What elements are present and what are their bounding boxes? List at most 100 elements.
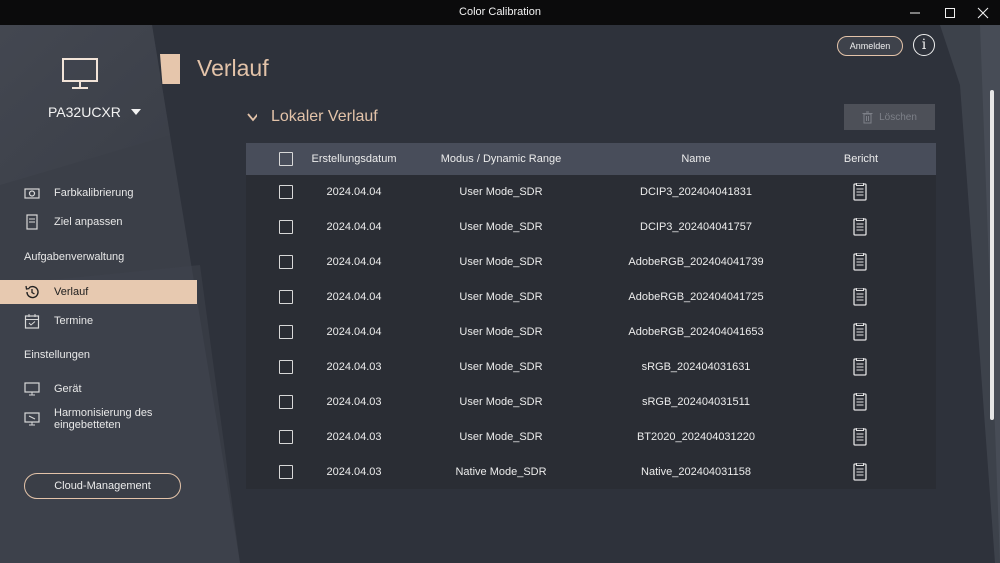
table-row[interactable]: 2024.04.04 User Mode_SDR DCIP3_20240404183… bbox=[246, 175, 936, 210]
table-row[interactable]: 2024.04.04 User Mode_SDR AdobeRGB_20240404… bbox=[246, 315, 936, 350]
cell-name: AdobeRGB_202404041725 bbox=[628, 291, 764, 303]
local-history-toggle[interactable]: Lokaler Verlauf bbox=[247, 108, 378, 126]
minimize-icon bbox=[910, 12, 920, 13]
camera-icon bbox=[24, 185, 40, 201]
table-row[interactable]: 2024.04.03 User Mode_SDR sRGB_202404031631 bbox=[246, 350, 936, 385]
report-icon[interactable] bbox=[853, 252, 867, 271]
history-icon bbox=[24, 284, 40, 300]
cell-date: 2024.04.04 bbox=[326, 291, 382, 303]
trash-icon bbox=[862, 111, 873, 123]
report-icon[interactable] bbox=[853, 392, 867, 411]
info-icon: i bbox=[921, 37, 927, 53]
table-row[interactable]: 2024.04.03 User Mode_SDR BT2020_2024040312… bbox=[246, 420, 936, 455]
row-checkbox[interactable] bbox=[279, 220, 293, 234]
monitor-sync-icon bbox=[24, 411, 40, 427]
header-mode: Modus / Dynamic Range bbox=[440, 153, 562, 165]
header-report: Bericht bbox=[843, 153, 879, 165]
sidebar-item-label: Verlauf bbox=[54, 286, 89, 298]
cell-date: 2024.04.03 bbox=[326, 466, 382, 478]
title-bar: Color Calibration bbox=[0, 0, 1000, 25]
history-table: Erstellungsdatum Modus / Dynamic Range N… bbox=[246, 143, 936, 489]
cell-mode: User Mode_SDR bbox=[459, 186, 543, 198]
table-row[interactable]: 2024.04.03 User Mode_SDR sRGB_202404031511 bbox=[246, 385, 936, 420]
cell-mode: User Mode_SDR bbox=[459, 361, 543, 373]
sidebar-item-calibration[interactable]: Farbkalibrierung bbox=[0, 181, 197, 205]
table-row[interactable]: 2024.04.04 User Mode_SDR DCIP3_20240404175… bbox=[246, 210, 936, 245]
report-icon[interactable] bbox=[853, 462, 867, 481]
minimize-button[interactable] bbox=[898, 0, 932, 25]
cell-name: AdobeRGB_202404041653 bbox=[628, 326, 764, 338]
cell-name: sRGB_202404031631 bbox=[641, 361, 751, 373]
sidebar-item-history[interactable]: Verlauf bbox=[0, 280, 197, 304]
calendar-icon bbox=[24, 313, 40, 329]
row-checkbox[interactable] bbox=[279, 325, 293, 339]
cloud-management-button[interactable]: Cloud-Management bbox=[24, 473, 181, 499]
cell-date: 2024.04.03 bbox=[326, 431, 382, 443]
table-header: Erstellungsdatum Modus / Dynamic Range N… bbox=[246, 143, 936, 175]
cell-mode: User Mode_SDR bbox=[459, 291, 543, 303]
section-title: Lokaler Verlauf bbox=[271, 108, 378, 125]
cell-name: Native_202404031158 bbox=[641, 466, 751, 478]
row-checkbox[interactable] bbox=[279, 395, 293, 409]
sidebar-item-label: Termine bbox=[54, 315, 94, 327]
sidebar-item-schedule[interactable]: Termine bbox=[0, 309, 197, 333]
report-icon[interactable] bbox=[853, 357, 867, 376]
delete-button[interactable]: Löschen bbox=[844, 104, 935, 130]
table-row[interactable]: 2024.04.04 User Mode_SDR AdobeRGB_20240404… bbox=[246, 245, 936, 280]
cell-date: 2024.04.03 bbox=[326, 396, 382, 408]
cell-date: 2024.04.03 bbox=[326, 361, 382, 373]
login-button[interactable]: Anmelden bbox=[837, 36, 903, 56]
cell-date: 2024.04.04 bbox=[326, 326, 382, 338]
cell-name: DCIP3_202404041831 bbox=[640, 186, 752, 198]
monitor-icon bbox=[61, 57, 99, 91]
caret-down-icon bbox=[130, 109, 141, 115]
device-name: PA32UCXR bbox=[48, 104, 121, 120]
select-all-checkbox[interactable] bbox=[279, 152, 293, 166]
report-icon[interactable] bbox=[853, 217, 867, 236]
cell-name: DCIP3_202404041757 bbox=[640, 221, 752, 233]
close-icon bbox=[977, 7, 989, 18]
header-name: Name bbox=[681, 153, 711, 165]
table-row[interactable]: 2024.04.04 User Mode_SDR AdobeRGB_20240404… bbox=[246, 280, 936, 315]
row-checkbox[interactable] bbox=[279, 465, 293, 479]
sidebar-item-label: Gerät bbox=[54, 383, 82, 395]
info-button[interactable]: i bbox=[913, 34, 935, 56]
cell-name: AdobeRGB_202404041739 bbox=[628, 256, 764, 268]
page-title: Verlauf bbox=[197, 55, 269, 81]
monitor-icon bbox=[24, 381, 40, 397]
sidebar-item-device[interactable]: Gerät bbox=[0, 377, 197, 401]
cell-name: BT2020_202404031220 bbox=[636, 431, 756, 443]
section-settings: Einstellungen bbox=[24, 349, 91, 361]
row-checkbox[interactable] bbox=[279, 290, 293, 304]
row-checkbox[interactable] bbox=[279, 360, 293, 374]
cell-date: 2024.04.04 bbox=[326, 221, 382, 233]
report-icon[interactable] bbox=[853, 322, 867, 341]
row-checkbox[interactable] bbox=[279, 255, 293, 269]
title-accent bbox=[160, 54, 180, 84]
row-checkbox[interactable] bbox=[279, 185, 293, 199]
sidebar-item-harmonization[interactable]: Harmonisierung des eingebetteten bbox=[0, 407, 220, 431]
report-icon[interactable] bbox=[853, 427, 867, 446]
chevron-down-icon bbox=[247, 113, 257, 122]
header-date: Erstellungsdatum bbox=[311, 153, 397, 165]
maximize-icon bbox=[945, 7, 955, 18]
scrollbar[interactable] bbox=[990, 90, 994, 420]
sidebar-item-label: Harmonisierung des eingebetteten bbox=[54, 407, 153, 431]
row-checkbox[interactable] bbox=[279, 430, 293, 444]
sidebar-item-target[interactable]: Ziel anpassen bbox=[0, 210, 197, 234]
document-icon bbox=[24, 214, 40, 230]
device-selector[interactable]: PA32UCXR bbox=[48, 104, 141, 120]
report-icon[interactable] bbox=[853, 182, 867, 201]
table-row[interactable]: 2024.04.03 Native Mode_SDR Native_20240403… bbox=[246, 455, 936, 490]
close-button[interactable] bbox=[966, 0, 1000, 25]
delete-label: Löschen bbox=[879, 111, 917, 123]
cell-mode: User Mode_SDR bbox=[459, 396, 543, 408]
maximize-button[interactable] bbox=[933, 0, 967, 25]
cell-name: sRGB_202404031511 bbox=[641, 396, 751, 408]
cell-mode: User Mode_SDR bbox=[459, 256, 543, 268]
section-tasks: Aufgabenverwaltung bbox=[24, 251, 125, 263]
cell-mode: User Mode_SDR bbox=[459, 431, 543, 443]
cell-date: 2024.04.04 bbox=[326, 186, 382, 198]
report-icon[interactable] bbox=[853, 287, 867, 306]
cell-mode: User Mode_SDR bbox=[459, 221, 543, 233]
